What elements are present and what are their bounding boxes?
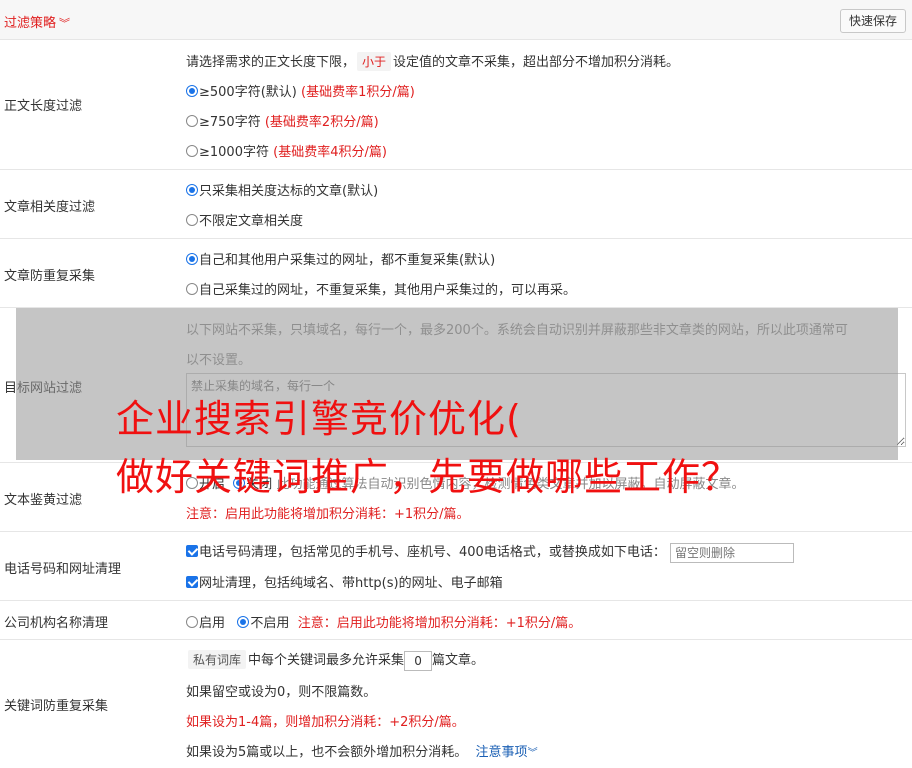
- porn-filter-label: 文本鉴黄过滤: [4, 493, 83, 508]
- option-label: ≥750字符: [199, 115, 261, 130]
- filter-strategy-title[interactable]: 过滤策略 ︾: [4, 12, 70, 31]
- porn-filter-off[interactable]: 关闭: [233, 477, 272, 492]
- porn-filter-note: 注意：启用此功能将增加积分消耗：+1积分/篇。: [186, 507, 470, 522]
- relevance-option-any[interactable]: 不限定文章相关度: [186, 210, 303, 229]
- radio-icon[interactable]: [186, 616, 198, 628]
- radio-icon[interactable]: [186, 214, 198, 226]
- length-filter-label: 正文长度过滤: [4, 99, 83, 114]
- org-clean-note: 注意：启用此功能将增加积分消耗：+1积分/篇。: [297, 616, 582, 631]
- url-clean-text: 网址清理，包括纯域名、带http(s)的网址、电子邮箱: [199, 576, 503, 591]
- phone-clean-option[interactable]: 电话号码清理，包括常见的手机号、座机号、400电话格式，或替换成如下电话：: [186, 541, 794, 563]
- less-than-pill: 小于: [357, 52, 392, 71]
- keyword-dedup-line-1: 私有词库中每个关键词最多允许采集 篇文章。: [186, 649, 484, 671]
- radio-icon[interactable]: [186, 477, 198, 489]
- org-clean-off[interactable]: 不启用: [237, 616, 289, 631]
- chevron-down-icon: ︾: [527, 748, 538, 759]
- porn-filter-options: 开启 关闭 此功能通过算法自动识别色情内容，检测情色类文章并加以屏蔽。自动屏蔽文…: [186, 473, 744, 492]
- keyword-dedup-label: 关键词防重复采集: [4, 699, 109, 714]
- notes-link-label: 注意事项: [475, 745, 528, 760]
- length-option-1000[interactable]: ≥1000字符 (基础费率4积分/篇): [186, 141, 387, 160]
- option-label: ≥1000字符: [199, 145, 269, 160]
- option-label: 开启: [199, 477, 226, 492]
- org-clean-label: 公司机构名称清理: [4, 616, 109, 631]
- length-filter-desc: 请选择需求的正文长度下限， 小于 设定值的文章不采集，超出部分不增加积分消耗。: [186, 51, 679, 71]
- option-rate: (基础费率1积分/篇): [301, 85, 415, 100]
- dedup-option-self[interactable]: 自己采集过的网址，不重复采集，其他用户采集过的，可以再采。: [186, 279, 576, 298]
- blocked-domains-textarea[interactable]: [186, 373, 906, 447]
- option-rate: (基础费率2积分/篇): [264, 115, 379, 130]
- filter-strategy-label: 过滤策略: [4, 16, 57, 31]
- length-option-500[interactable]: ≥500字符(默认) (基础费率1积分/篇): [186, 81, 415, 100]
- length-option-750[interactable]: ≥750字符 (基础费率2积分/篇): [186, 111, 379, 130]
- option-rate: (基础费率4积分/篇): [273, 145, 387, 160]
- option-label: 关闭: [246, 477, 273, 492]
- relevance-label: 文章相关度过滤: [4, 200, 96, 215]
- checkbox-icon[interactable]: [186, 545, 198, 557]
- option-label: 不限定文章相关度: [199, 214, 304, 229]
- private-lexicon-pill[interactable]: 私有词库: [188, 650, 247, 669]
- option-label: 不启用: [250, 616, 290, 631]
- radio-icon[interactable]: [186, 85, 198, 97]
- dedup-label: 文章防重复采集: [4, 269, 96, 284]
- keyword-dedup-line-3: 如果设为1-4篇，则增加积分消耗：+2积分/篇。: [186, 715, 465, 730]
- org-clean-options: 启用 不启用 注意：启用此功能将增加积分消耗：+1积分/篇。: [186, 612, 581, 631]
- notes-link[interactable]: 注意事项︾: [476, 745, 538, 760]
- radio-icon[interactable]: [186, 253, 198, 265]
- org-clean-on[interactable]: 启用: [186, 616, 225, 631]
- relevance-option-qualified[interactable]: 只采集相关度达标的文章(默认): [186, 180, 378, 199]
- keyword-text-pre: 中每个关键词最多允许采集: [248, 653, 405, 668]
- porn-filter-desc: 此功能通过算法自动识别色情内容，检测情色类文章并加以屏蔽。自动屏蔽文章。: [276, 477, 745, 492]
- phone-clean-label: 电话号码和网址清理: [4, 562, 122, 577]
- relevance-row: 文章相关度过滤 只采集相关度达标的文章(默认) 不限定文章相关度: [0, 170, 912, 239]
- radio-icon[interactable]: [186, 145, 198, 157]
- length-filter-row: 正文长度过滤 请选择需求的正文长度下限， 小于 设定值的文章不采集，超出部分不增加积…: [0, 40, 912, 170]
- keyword-dedup-line-4: 如果设为5篇或以上，也不会额外增加积分消耗。 注意事项︾: [186, 741, 538, 760]
- option-label: 启用: [199, 616, 226, 631]
- chevron-down-icon: ︾: [59, 17, 71, 30]
- checkbox-icon[interactable]: [186, 576, 198, 588]
- keyword-dedup-row: 关键词防重复采集 私有词库中每个关键词最多允许采集 篇文章。 如果留空或设为0，则…: [0, 640, 912, 768]
- keyword-text-post: 篇文章。: [432, 653, 485, 668]
- url-clean-option[interactable]: 网址清理，包括纯域名、带http(s)的网址、电子邮箱: [186, 572, 503, 591]
- radio-icon[interactable]: [186, 115, 198, 127]
- phone-clean-text: 电话号码清理，包括常见的手机号、座机号、400电话格式，或替换成如下电话：: [199, 545, 666, 560]
- keyword-line4-text: 如果设为5篇或以上，也不会额外增加积分消耗。: [186, 745, 468, 760]
- length-desc-pre: 请选择需求的正文长度下限，: [186, 55, 356, 70]
- radio-icon[interactable]: [237, 616, 250, 628]
- porn-filter-row: 文本鉴黄过滤 开启 关闭 此功能通过算法自动识别色情内容，检测情色类文章并加以屏…: [0, 463, 912, 532]
- option-label: 只采集相关度达标的文章(默认): [199, 184, 379, 199]
- quick-save-button[interactable]: 快速保存: [839, 9, 906, 33]
- option-label: ≥500字符(默认): [199, 85, 297, 100]
- replacement-phone-input[interactable]: [669, 542, 794, 563]
- porn-filter-on[interactable]: 开启: [186, 477, 225, 492]
- keyword-dedup-line-2: 如果留空或设为0，则不限篇数。: [186, 685, 377, 700]
- option-label: 自己采集过的网址，不重复采集，其他用户采集过的，可以再采。: [199, 283, 577, 298]
- radio-icon[interactable]: [233, 477, 246, 489]
- phone-clean-row: 电话号码和网址清理 电话号码清理，包括常见的手机号、座机号、400电话格式，或替…: [0, 532, 912, 601]
- radio-icon[interactable]: [186, 184, 198, 196]
- radio-icon[interactable]: [186, 283, 198, 295]
- option-label: 自己和其他用户采集过的网址，都不重复采集(默认): [199, 253, 496, 268]
- target-site-label: 目标网站过滤: [4, 381, 83, 396]
- length-desc-post: 设定值的文章不采集，超出部分不增加积分消耗。: [393, 55, 680, 70]
- dedup-row: 文章防重复采集 自己和其他用户采集过的网址，都不重复采集(默认) 自己采集过的网…: [0, 239, 912, 308]
- target-site-desc-2: 以不设置。: [186, 353, 252, 368]
- dedup-option-all[interactable]: 自己和其他用户采集过的网址，都不重复采集(默认): [186, 249, 495, 268]
- target-site-desc-1: 以下网站不采集，只填域名，每行一个，最多200个。系统会自动识别并屏蔽那些非文章…: [186, 323, 848, 338]
- max-articles-per-keyword-input[interactable]: [404, 650, 433, 671]
- filter-header: 过滤策略 ︾ 快速保存: [0, 0, 912, 40]
- org-clean-row: 公司机构名称清理 启用 不启用 注意：启用此功能将增加积分消耗：+1积分/篇。: [0, 601, 912, 640]
